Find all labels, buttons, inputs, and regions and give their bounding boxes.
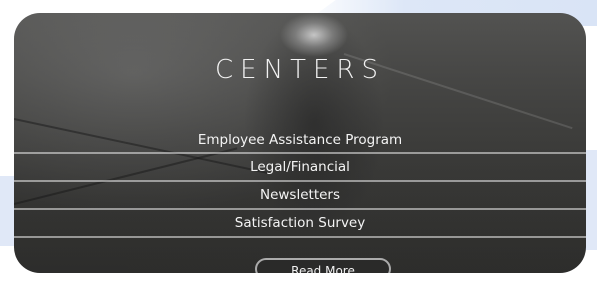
menu-item-satisfaction-survey[interactable]: Satisfaction Survey <box>14 210 586 238</box>
centers-card: CENTERS Employee Assistance Program Lega… <box>14 13 586 273</box>
menu-item-legal-financial[interactable]: Legal/Financial <box>14 154 586 182</box>
centers-heading: CENTERS <box>215 55 385 85</box>
page: CENTERS Employee Assistance Program Lega… <box>0 0 597 294</box>
menu-item-newsletters[interactable]: Newsletters <box>14 182 586 210</box>
centers-menu: Employee Assistance Program Legal/Financ… <box>14 128 586 238</box>
read-more-button[interactable]: Read More <box>255 258 391 273</box>
menu-item-employee-assistance-program[interactable]: Employee Assistance Program <box>14 128 586 154</box>
